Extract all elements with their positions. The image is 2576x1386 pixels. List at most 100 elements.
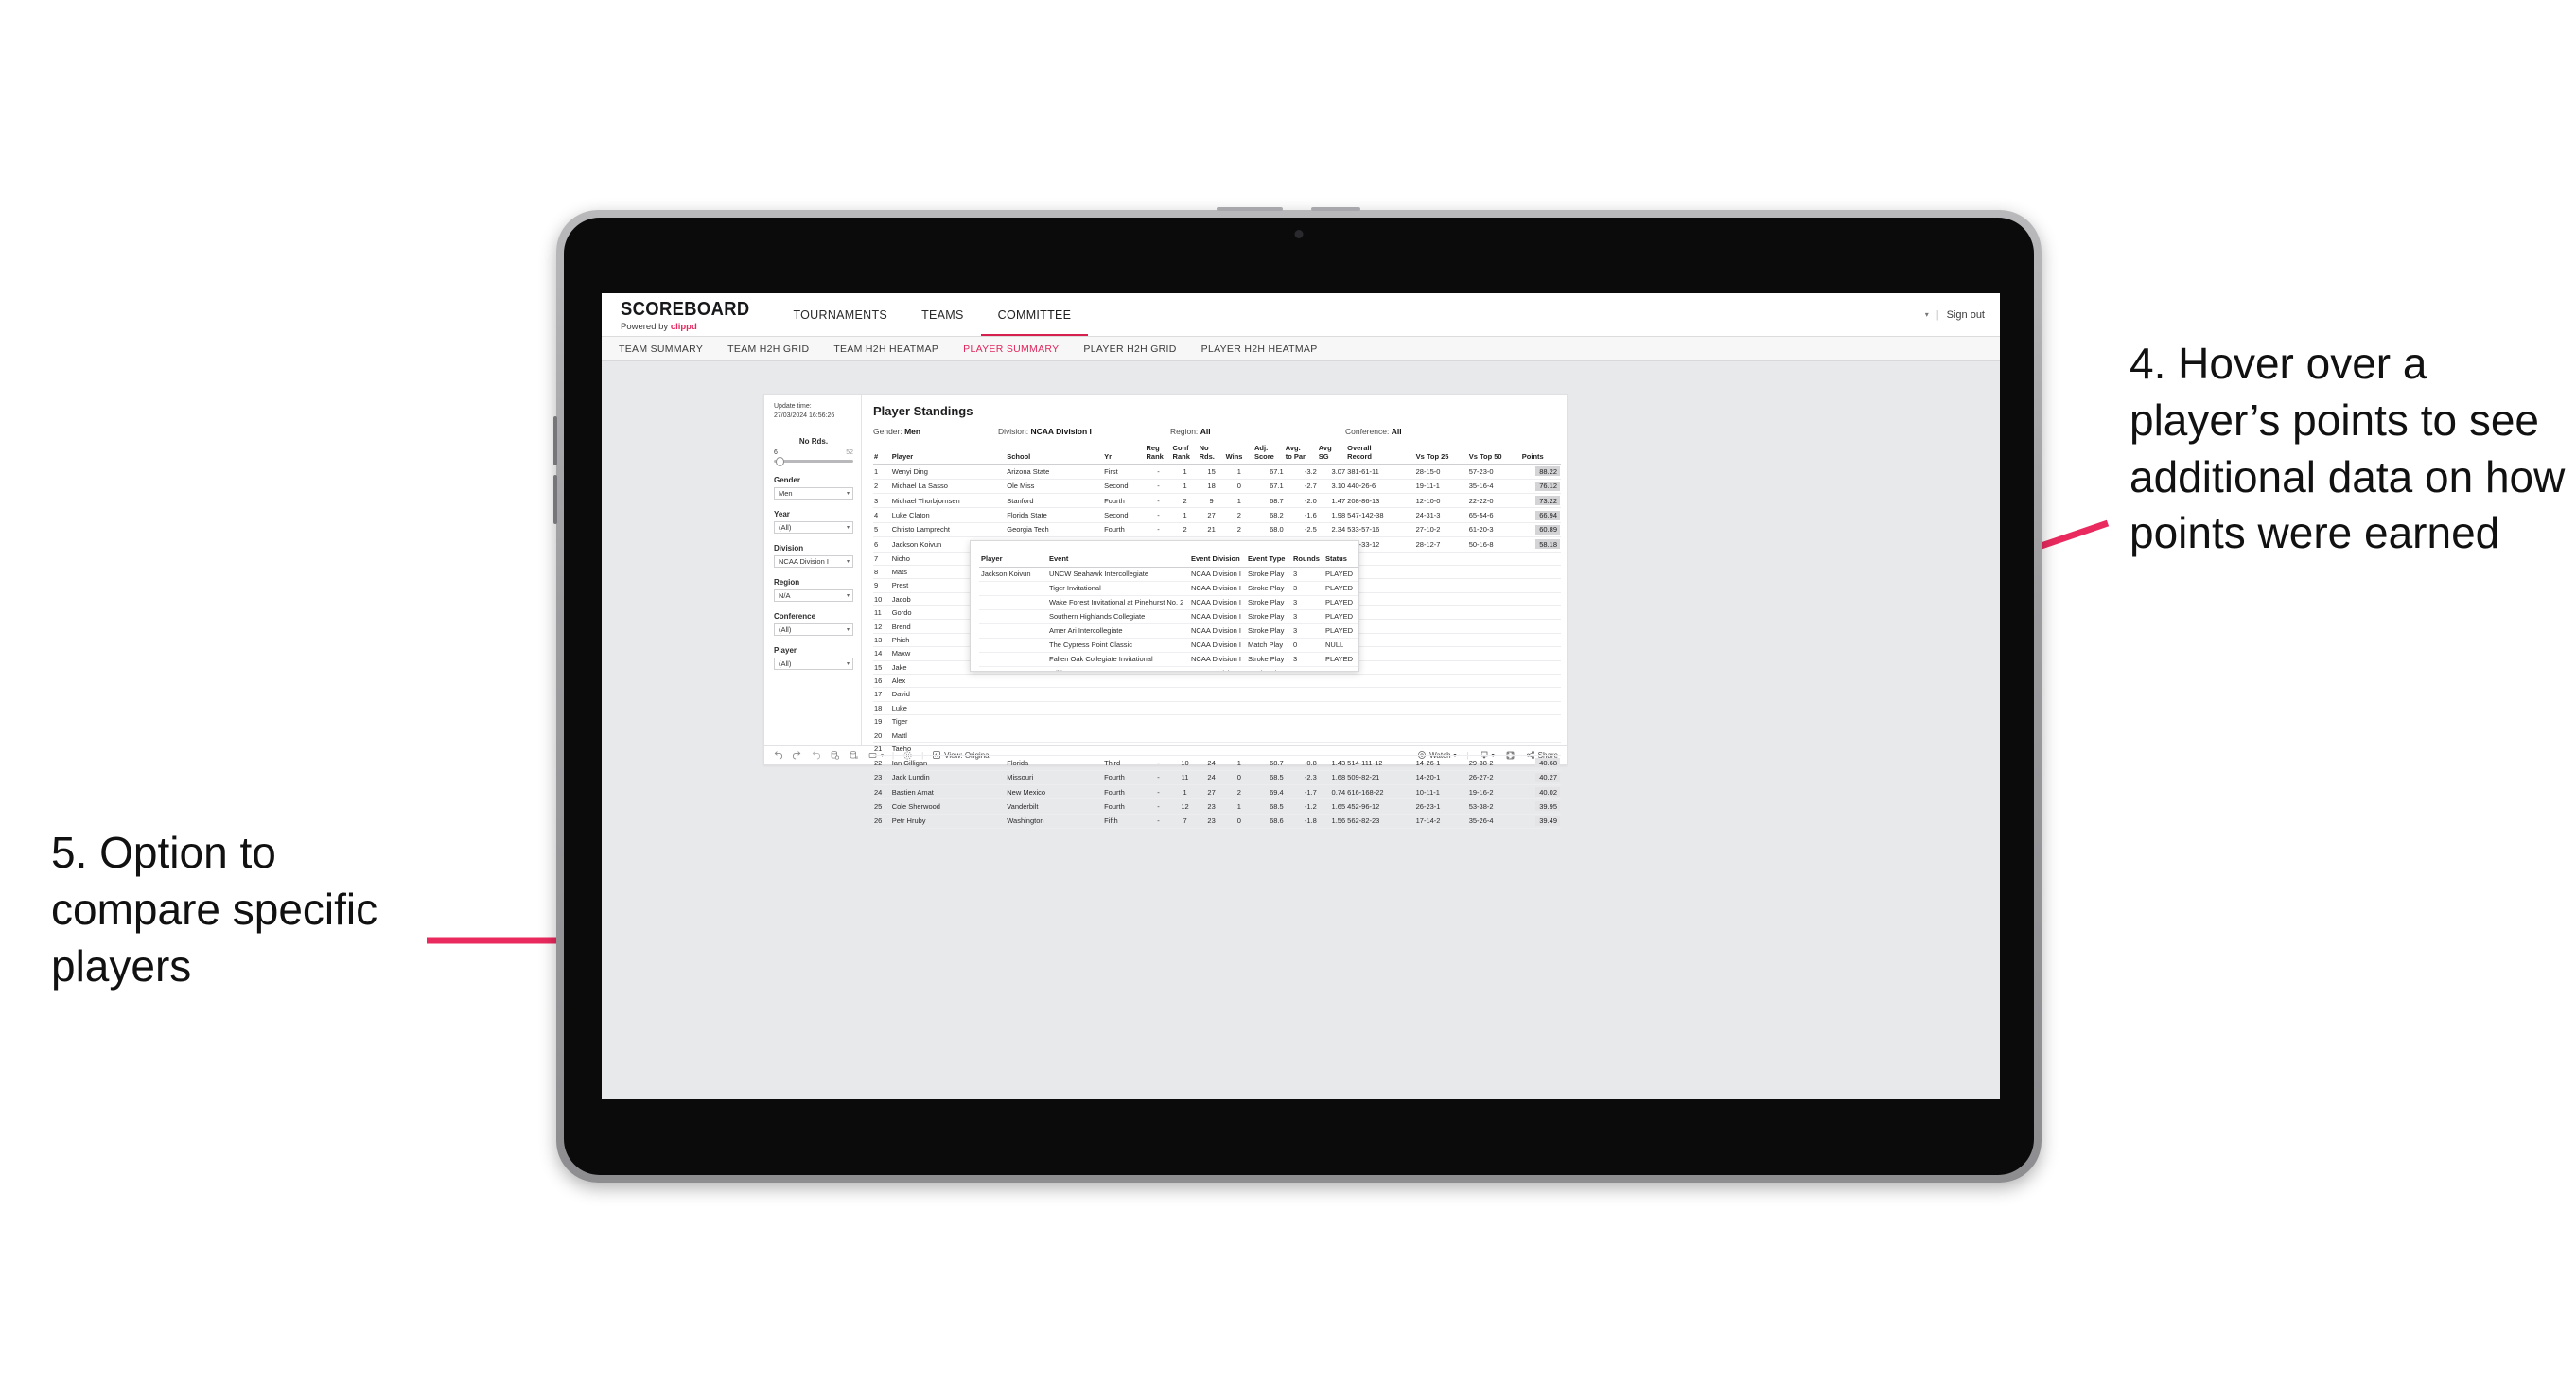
col-avg-to-par[interactable]: Avg. to Par bbox=[1284, 444, 1318, 465]
filter-region-select[interactable]: N/A ▾ bbox=[774, 589, 853, 603]
tab-player-h2h-heatmap[interactable]: PLAYER H2H HEATMAP bbox=[1201, 343, 1318, 355]
col-points[interactable]: Points bbox=[1520, 445, 1561, 465]
col-avg-sg[interactable]: Avg SG bbox=[1317, 444, 1347, 465]
volume-up-button[interactable] bbox=[553, 416, 557, 465]
points-value[interactable]: 66.94 bbox=[1535, 510, 1560, 520]
tab-team-h2h-heatmap[interactable]: TEAM H2H HEATMAP bbox=[833, 343, 938, 355]
filter-division-select[interactable]: NCAA Division I ▾ bbox=[774, 555, 853, 569]
col-yr[interactable]: Yr bbox=[1103, 445, 1146, 465]
pause-data-icon[interactable] bbox=[849, 750, 859, 761]
cell-reg-rank: - bbox=[1145, 770, 1172, 785]
cell-points[interactable]: 58.18 bbox=[1520, 536, 1561, 553]
points-value[interactable]: 76.12 bbox=[1535, 481, 1560, 491]
table-row[interactable]: 21 Taeho bbox=[873, 742, 1561, 757]
table-row[interactable]: 16 Alex bbox=[873, 674, 1561, 689]
cell-points[interactable]: 73.22 bbox=[1520, 493, 1561, 509]
filter-year-select[interactable]: (All) ▾ bbox=[774, 521, 853, 535]
points-value[interactable]: 60.89 bbox=[1535, 524, 1560, 535]
cell-points[interactable] bbox=[1520, 605, 1561, 621]
revert-icon[interactable] bbox=[811, 750, 821, 761]
col-adj-score[interactable]: Adj. Score bbox=[1253, 444, 1285, 465]
cell-rank: 15 bbox=[873, 660, 891, 675]
sign-out-link[interactable]: Sign out bbox=[1947, 309, 1985, 321]
table-row[interactable]: 5 Christo Lamprecht Georgia Tech Fourth -2 21… bbox=[873, 522, 1561, 538]
cell-points[interactable]: 40.02 bbox=[1520, 784, 1561, 800]
cell-points[interactable] bbox=[1520, 633, 1561, 648]
cell-points[interactable] bbox=[1520, 687, 1561, 702]
tab-player-h2h-grid[interactable]: PLAYER H2H GRID bbox=[1083, 343, 1176, 355]
table-row[interactable]: 1 Wenyi Ding Arizona State First -1 15 1 67.1 -3… bbox=[873, 464, 1561, 480]
col-rank[interactable]: # bbox=[873, 445, 891, 465]
nav-tournaments[interactable]: TOURNAMENTS bbox=[776, 293, 904, 336]
cell-points[interactable] bbox=[1520, 714, 1561, 729]
filter-conference-select[interactable]: (All) ▾ bbox=[774, 623, 853, 637]
cell-points[interactable]: 88.22 bbox=[1520, 464, 1561, 480]
col-overall-record[interactable]: Overall Record bbox=[1346, 444, 1415, 465]
redo-icon[interactable] bbox=[792, 750, 802, 761]
table-row[interactable]: 26 Petr Hruby Washington Fifth -7 23 0 68.6 -1.8… bbox=[873, 814, 1561, 830]
points-value[interactable]: 39.49 bbox=[1535, 816, 1560, 826]
points-value[interactable]: 40.27 bbox=[1535, 772, 1560, 782]
points-value[interactable]: 88.22 bbox=[1535, 466, 1560, 477]
undo-icon[interactable] bbox=[773, 750, 783, 761]
cell-points[interactable] bbox=[1520, 674, 1561, 689]
nav-committee[interactable]: COMMITTEE bbox=[980, 293, 1089, 336]
tab-team-summary[interactable]: TEAM SUMMARY bbox=[619, 343, 703, 355]
cell-points[interactable] bbox=[1520, 592, 1561, 607]
points-value[interactable]: 40.68 bbox=[1535, 758, 1560, 768]
cell-points[interactable] bbox=[1520, 646, 1561, 661]
slider-track[interactable] bbox=[774, 456, 853, 466]
col-wins[interactable]: Wins bbox=[1224, 445, 1253, 465]
table-row[interactable]: 17 David bbox=[873, 687, 1561, 702]
col-vs-top-50[interactable]: Vs Top 50 bbox=[1467, 445, 1521, 465]
table-row[interactable]: 3 Michael Thorbjornsen Stanford Fourth -2 9 1 6… bbox=[873, 493, 1561, 509]
cell-points[interactable]: 76.12 bbox=[1520, 479, 1561, 495]
col-school[interactable]: School bbox=[1006, 445, 1104, 465]
points-value[interactable]: 73.22 bbox=[1535, 496, 1560, 506]
table-row[interactable]: 2 Michael La Sasso Ole Miss Second -1 18 0 67.1… bbox=[873, 479, 1561, 495]
no-rounds-slider[interactable]: No Rds. 6 52 bbox=[774, 437, 853, 466]
cell-points[interactable] bbox=[1520, 728, 1561, 743]
table-row[interactable]: 18 Luke bbox=[873, 701, 1561, 716]
table-row[interactable]: 19 Tiger bbox=[873, 714, 1561, 729]
table-row[interactable]: 24 Bastien Amat New Mexico Fourth -1 27 2 69.4-… bbox=[873, 784, 1561, 800]
nav-teams[interactable]: TEAMS bbox=[904, 293, 981, 336]
cell-points[interactable]: 39.95 bbox=[1520, 798, 1561, 815]
filter-player-select[interactable]: (All) ▾ bbox=[774, 658, 853, 671]
table-row[interactable]: 20 Mattl bbox=[873, 728, 1561, 743]
points-value[interactable]: 58.18 bbox=[1535, 539, 1560, 550]
cell-points[interactable] bbox=[1520, 552, 1561, 566]
col-vs-top-25[interactable]: Vs Top 25 bbox=[1414, 445, 1468, 465]
table-row[interactable]: 4 Luke Claton Florida State Second -1 27 2 68.2… bbox=[873, 507, 1561, 523]
cell-points[interactable]: 66.94 bbox=[1520, 507, 1561, 523]
points-value[interactable]: 39.95 bbox=[1535, 801, 1560, 812]
cell-points[interactable]: 39.49 bbox=[1520, 814, 1561, 830]
col-player[interactable]: Player bbox=[890, 445, 1007, 465]
cell-points[interactable] bbox=[1520, 565, 1561, 580]
cell-points[interactable] bbox=[1520, 578, 1561, 593]
cell-points[interactable] bbox=[1520, 660, 1561, 675]
cell-points[interactable] bbox=[1520, 701, 1561, 716]
col-reg-rank[interactable]: Reg Rank bbox=[1145, 444, 1172, 465]
table-row[interactable]: 23 Jack Lundin Missouri Fourth -11 24 0 68.5 -2.… bbox=[873, 770, 1561, 785]
points-value[interactable]: 40.02 bbox=[1535, 787, 1560, 798]
refresh-data-icon[interactable] bbox=[830, 750, 840, 761]
slider-handle[interactable] bbox=[776, 456, 784, 466]
volume-down-button[interactable] bbox=[553, 475, 557, 524]
cell-points[interactable]: 60.89 bbox=[1520, 522, 1561, 538]
cell-points[interactable] bbox=[1520, 742, 1561, 757]
table-row[interactable]: 25 Cole Sherwood Vanderbilt Fourth -12 23 1 68.… bbox=[873, 798, 1561, 815]
tab-team-h2h-grid[interactable]: TEAM H2H GRID bbox=[727, 343, 809, 355]
tab-player-summary[interactable]: PLAYER SUMMARY bbox=[963, 343, 1059, 355]
filter-gender-select[interactable]: Men ▾ bbox=[774, 487, 853, 500]
cell-points[interactable]: 40.27 bbox=[1520, 770, 1561, 785]
cell-points[interactable] bbox=[1520, 619, 1561, 634]
brand-logo[interactable]: SCOREBOARD Powered by clippd bbox=[602, 293, 776, 336]
table-row[interactable]: 22 Ian Gilligan Florida Third -10 24 1 68.7 -0.8… bbox=[873, 755, 1561, 771]
cell-points[interactable]: 40.68 bbox=[1520, 755, 1561, 771]
col-no-rds[interactable]: No Rds. bbox=[1198, 444, 1225, 465]
col-conf-rank[interactable]: Conf Rank bbox=[1171, 444, 1199, 465]
power-button[interactable] bbox=[1217, 207, 1283, 211]
chevron-down-icon[interactable]: ▾ bbox=[1925, 310, 1929, 319]
cell-yr: First bbox=[1103, 464, 1146, 480]
